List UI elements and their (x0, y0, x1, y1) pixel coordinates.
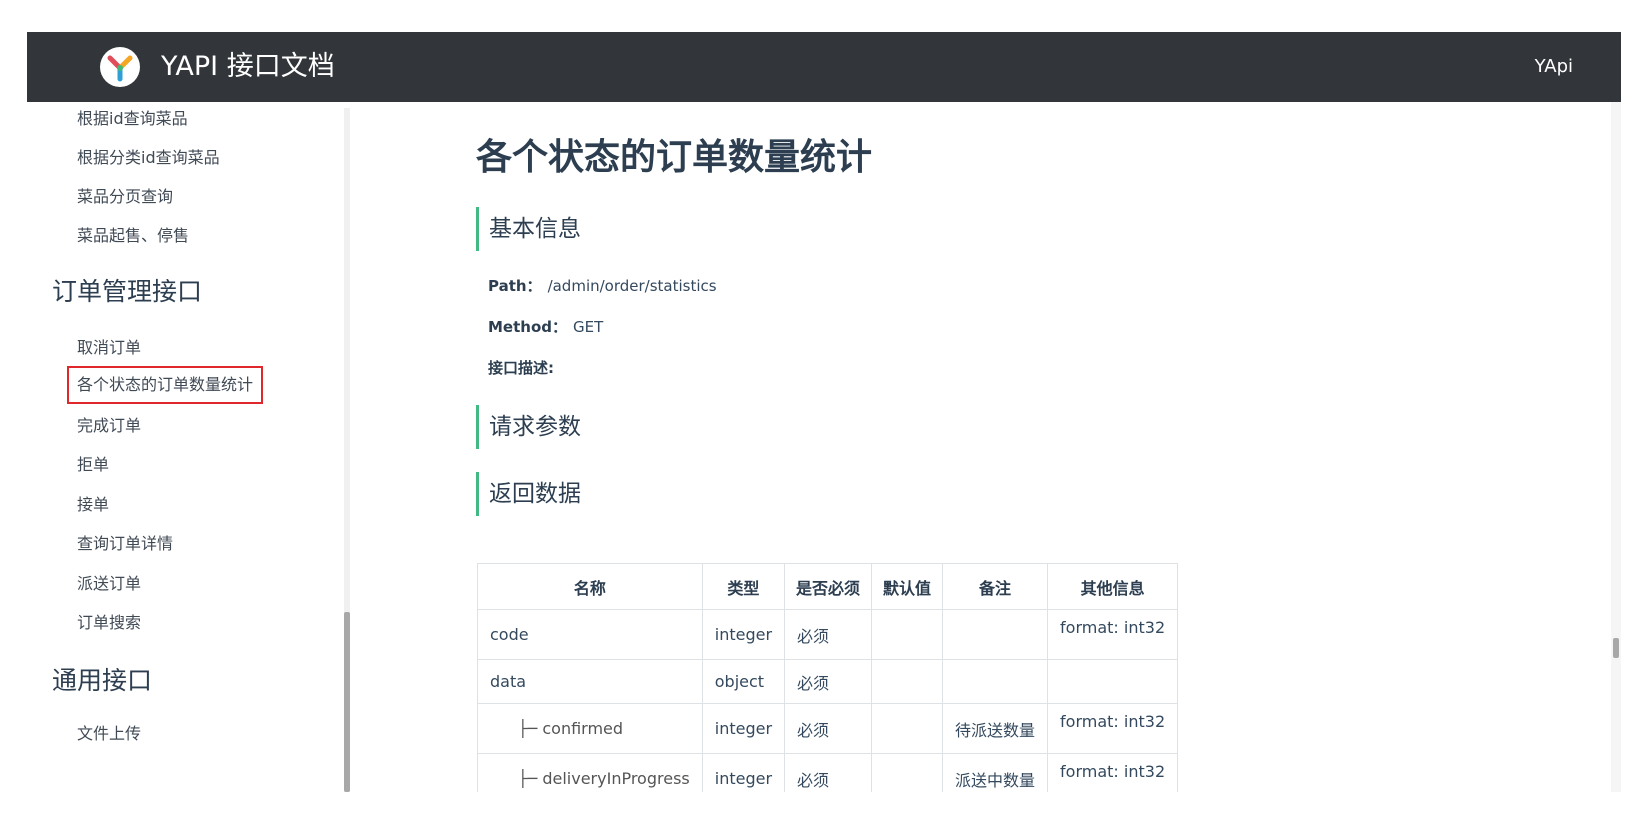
cell-required: 必须 (784, 753, 873, 792)
column-header-default: 默认值 (871, 563, 944, 610)
cell-default (871, 659, 944, 704)
main-scrollbar-track[interactable] (1611, 102, 1621, 792)
sidebar-group-common[interactable]: 通用接口 (52, 666, 152, 696)
section-request-params: 请求参数 (476, 405, 581, 449)
response-params-table: 名称 类型 是否必须 默认值 备注 其他信息 code integer 必须 f… (477, 563, 1179, 792)
sidebar-item-dish-status[interactable]: 菜品起售、停售 (77, 225, 189, 247)
page-title: 各个状态的订单数量统计 (476, 137, 873, 178)
cell-note (942, 659, 1049, 704)
sidebar-item-dish-by-category[interactable]: 根据分类id查询菜品 (77, 147, 220, 169)
column-header-note: 备注 (942, 563, 1049, 610)
sidebar-group-order[interactable]: 订单管理接口 (52, 277, 202, 307)
sidebar-item-dish-by-id[interactable]: 根据id查询菜品 (77, 108, 188, 130)
table-row: code integer 必须 format: int32 (477, 609, 1179, 660)
sidebar-scrollbar-thumb[interactable] (344, 612, 350, 792)
description-label: 接口描述: (488, 359, 554, 377)
description-row: 接口描述: (488, 358, 554, 378)
cell-note: 待派送数量 (942, 703, 1049, 754)
cell-name: ├─ deliveryInProgress (477, 753, 703, 792)
cell-other: format: int32 (1047, 703, 1179, 754)
cell-required: 必须 (784, 703, 873, 754)
cell-other: format: int32 (1047, 753, 1179, 792)
method-value: GET (573, 318, 604, 336)
column-header-required: 是否必须 (784, 563, 873, 610)
cell-type: integer (701, 753, 786, 792)
main-content: 各个状态的订单数量统计 基本信息 Path： /admin/order/stati… (351, 102, 1621, 792)
sidebar-item-order-detail[interactable]: 查询订单详情 (77, 533, 173, 555)
cell-name: ├─ confirmed (477, 703, 703, 754)
yapi-link[interactable]: YApi (1535, 56, 1573, 78)
cell-default (871, 753, 944, 792)
method-label: Method： (488, 318, 567, 336)
sidebar-item-order-statistics[interactable]: 各个状态的订单数量统计 (66, 366, 264, 404)
cell-required: 必须 (784, 609, 873, 660)
cell-type: integer (701, 703, 786, 754)
sidebar-item-complete-order[interactable]: 完成订单 (77, 415, 141, 437)
top-header: YAPI 接口文档 YApi (27, 32, 1621, 102)
path-value: /admin/order/statistics (547, 277, 717, 295)
cell-other: format: int32 (1047, 609, 1179, 660)
sidebar-item-file-upload[interactable]: 文件上传 (77, 723, 141, 745)
sidebar-item-cancel-order[interactable]: 取消订单 (77, 337, 141, 359)
sidebar-item-dish-page[interactable]: 菜品分页查询 (77, 186, 173, 208)
cell-default (871, 609, 944, 660)
table-row: ├─ deliveryInProgress integer 必须 派送中数量 f… (477, 753, 1179, 792)
cell-name: data (477, 659, 703, 704)
table-header-row: 名称 类型 是否必须 默认值 备注 其他信息 (477, 563, 1179, 610)
method-row: Method： GET (488, 317, 603, 337)
cell-note: 派送中数量 (942, 753, 1049, 792)
table-row: ├─ confirmed integer 必须 待派送数量 format: in… (477, 703, 1179, 754)
table-row: data object 必须 (477, 659, 1179, 704)
sidebar-item-order-search[interactable]: 订单搜索 (77, 612, 141, 634)
sidebar-item-deliver-order[interactable]: 派送订单 (77, 573, 141, 595)
cell-type: integer (701, 609, 786, 660)
path-row: Path： /admin/order/statistics (488, 276, 717, 296)
cell-required: 必须 (784, 659, 873, 704)
main-scrollbar-thumb[interactable] (1613, 638, 1619, 658)
sidebar-nav: 根据id查询菜品 根据分类id查询菜品 菜品分页查询 菜品起售、停售 订单管理接… (27, 102, 347, 792)
cell-note (942, 609, 1049, 660)
cell-other (1047, 659, 1179, 704)
sidebar-item-reject-order[interactable]: 拒单 (77, 454, 109, 476)
column-header-type: 类型 (701, 563, 786, 610)
column-header-name: 名称 (477, 563, 703, 610)
yapi-logo-icon[interactable] (100, 47, 140, 87)
cell-name: code (477, 609, 703, 660)
column-header-other: 其他信息 (1047, 563, 1179, 610)
sidebar-item-accept-order[interactable]: 接单 (77, 494, 109, 516)
cell-type: object (701, 659, 786, 704)
tree-field-name: ├─ deliveryInProgress (518, 769, 690, 788)
header-title: YAPI 接口文档 (161, 51, 335, 82)
cell-default (871, 703, 944, 754)
tree-field-name: ├─ confirmed (518, 719, 624, 738)
section-response-data: 返回数据 (476, 472, 581, 516)
path-label: Path： (488, 277, 542, 295)
section-basic-info: 基本信息 (476, 207, 581, 251)
